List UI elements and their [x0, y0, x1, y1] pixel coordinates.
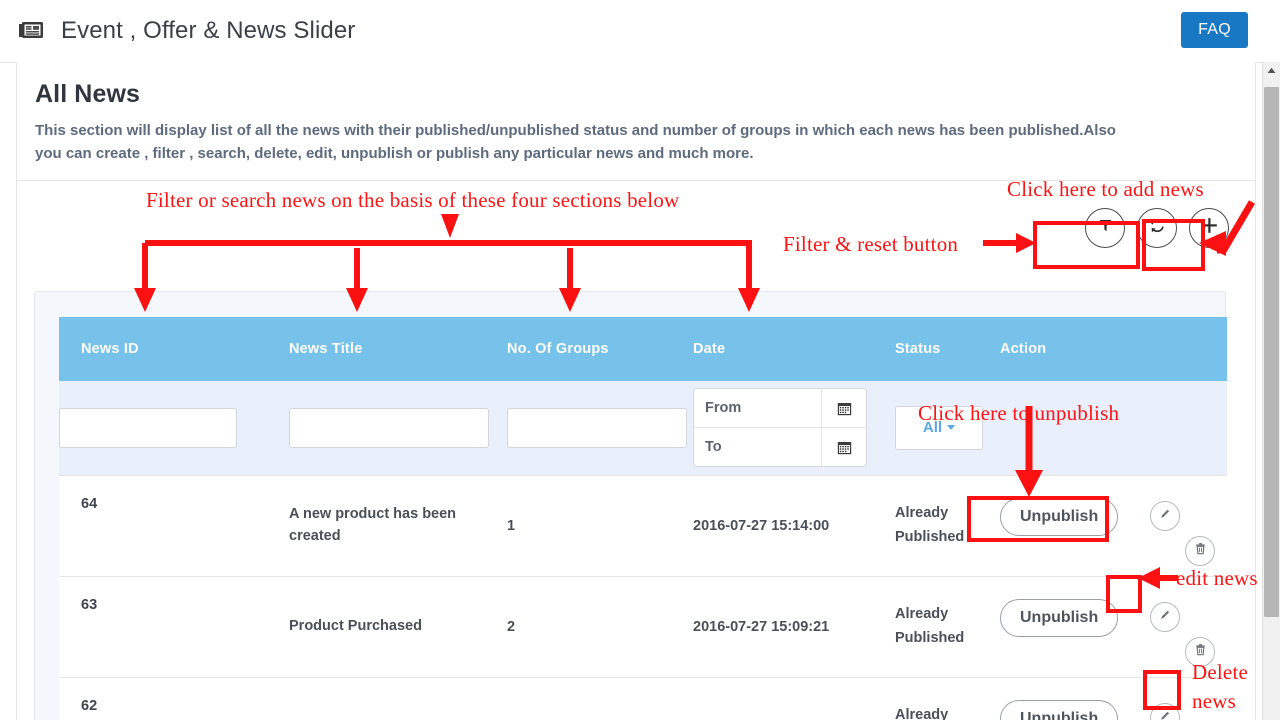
search-groups-input[interactable]: [507, 408, 687, 448]
cell-date: 2016-07-27 15:14:00: [693, 475, 895, 576]
unpublish-button[interactable]: Unpublish: [1000, 599, 1118, 637]
column-action: Action: [1000, 317, 1227, 381]
calendar-icon-from[interactable]: [821, 389, 866, 427]
filter-cell-groups: [507, 381, 693, 476]
calendar-icon-to[interactable]: [821, 428, 866, 466]
faq-button[interactable]: FAQ: [1181, 12, 1248, 48]
search-news-id-input[interactable]: [59, 408, 237, 448]
page-title: Event , Offer & News Slider: [61, 17, 355, 45]
cell-news-title: A new product has been created: [289, 475, 507, 576]
column-no-of-groups: No. Of Groups: [507, 317, 693, 381]
column-news-id: News ID: [59, 317, 289, 381]
filter-cell-news-id: [59, 381, 289, 476]
annotation-delete-news-line1: Delete: [1192, 660, 1248, 685]
filter-cell-news-title: [289, 381, 507, 476]
unpublish-button[interactable]: Unpublish: [1000, 700, 1118, 720]
highlight-edit: [1106, 575, 1142, 613]
cell-status: Already Published: [895, 677, 1000, 720]
filter-row: From: [59, 381, 1227, 476]
scrollbar-thumb[interactable]: [1264, 87, 1279, 617]
annotation-delete-news-line2: news: [1192, 689, 1236, 714]
trash-delete-icon: [1194, 542, 1207, 559]
app-root: Event , Offer & News Slider FAQ All News…: [0, 0, 1280, 720]
pencil-edit-icon: [1158, 608, 1172, 626]
cell-date: 2016-07-27 12:20:12: [693, 677, 895, 720]
cell-news-id: 62: [59, 677, 289, 720]
cell-status: Already Published: [895, 576, 1000, 677]
newspaper-icon: [18, 18, 44, 44]
annotation-unpublish: Click here to unpublish: [918, 401, 1119, 426]
cell-no-of-groups: 2: [507, 576, 693, 677]
date-from-label: From: [694, 400, 821, 416]
annotation-filter-sections: Filter or search news on the basis of th…: [146, 188, 679, 213]
section-description: This section will display list of all th…: [35, 119, 1140, 166]
column-news-title: News Title: [289, 317, 507, 381]
column-date: Date: [693, 317, 895, 381]
cell-date: 2016-07-27 15:09:21: [693, 576, 895, 677]
cell-news-id: 63: [59, 576, 289, 677]
cell-news-id: 64: [59, 475, 289, 576]
annotation-filter-reset: Filter & reset button: [783, 232, 958, 257]
news-table-head: News ID News Title No. Of Groups Date St…: [59, 317, 1227, 381]
filter-cell-status: All: [895, 381, 1000, 476]
edit-news-button[interactable]: [1150, 501, 1180, 531]
scroll-up-arrow-icon[interactable]: [1263, 62, 1280, 79]
column-status: Status: [895, 317, 1000, 381]
filter-cell-action: [1000, 381, 1227, 476]
date-to-label: To: [694, 439, 821, 455]
search-news-title-input[interactable]: [289, 408, 489, 448]
trash-delete-icon: [1194, 643, 1207, 660]
cell-no-of-groups: 1: [507, 475, 693, 576]
highlight-filter-reset: [1033, 221, 1140, 269]
date-range-filter: From: [693, 388, 867, 467]
cell-news-title: Product Purchased: [289, 576, 507, 677]
highlight-add-news: [1142, 219, 1205, 271]
highlight-unpublish: [967, 496, 1109, 542]
filter-cell-date: From: [693, 381, 895, 476]
vertical-scrollbar[interactable]: [1262, 62, 1280, 720]
panel-header: All News This section will display list …: [17, 62, 1255, 181]
edit-news-button[interactable]: [1150, 602, 1180, 632]
pencil-edit-icon: [1158, 507, 1172, 525]
cell-news-title: TEst News 1: [289, 677, 507, 720]
top-bar: Event , Offer & News Slider FAQ: [0, 0, 1280, 63]
annotation-add-news: Click here to add news: [1007, 177, 1204, 202]
table-row: 63 Product Purchased 2 2016-07-27 15:09:…: [59, 576, 1227, 677]
table-row: 62 TEst News 1 1 2016-07-27 12:20:12 Alr…: [59, 677, 1227, 720]
annotation-edit-news: edit news: [1176, 566, 1258, 591]
section-title: All News: [35, 80, 1237, 109]
pencil-edit-icon: [1158, 709, 1172, 720]
news-table-body: From: [59, 381, 1227, 720]
news-table-header-row: News ID News Title No. Of Groups Date St…: [59, 317, 1227, 381]
date-from-row[interactable]: From: [694, 389, 866, 427]
cell-no-of-groups: 1: [507, 677, 693, 720]
date-to-row[interactable]: To: [694, 427, 866, 466]
all-news-panel: All News This section will display list …: [16, 62, 1256, 720]
highlight-delete: [1143, 670, 1181, 710]
delete-news-button[interactable]: [1185, 536, 1215, 566]
